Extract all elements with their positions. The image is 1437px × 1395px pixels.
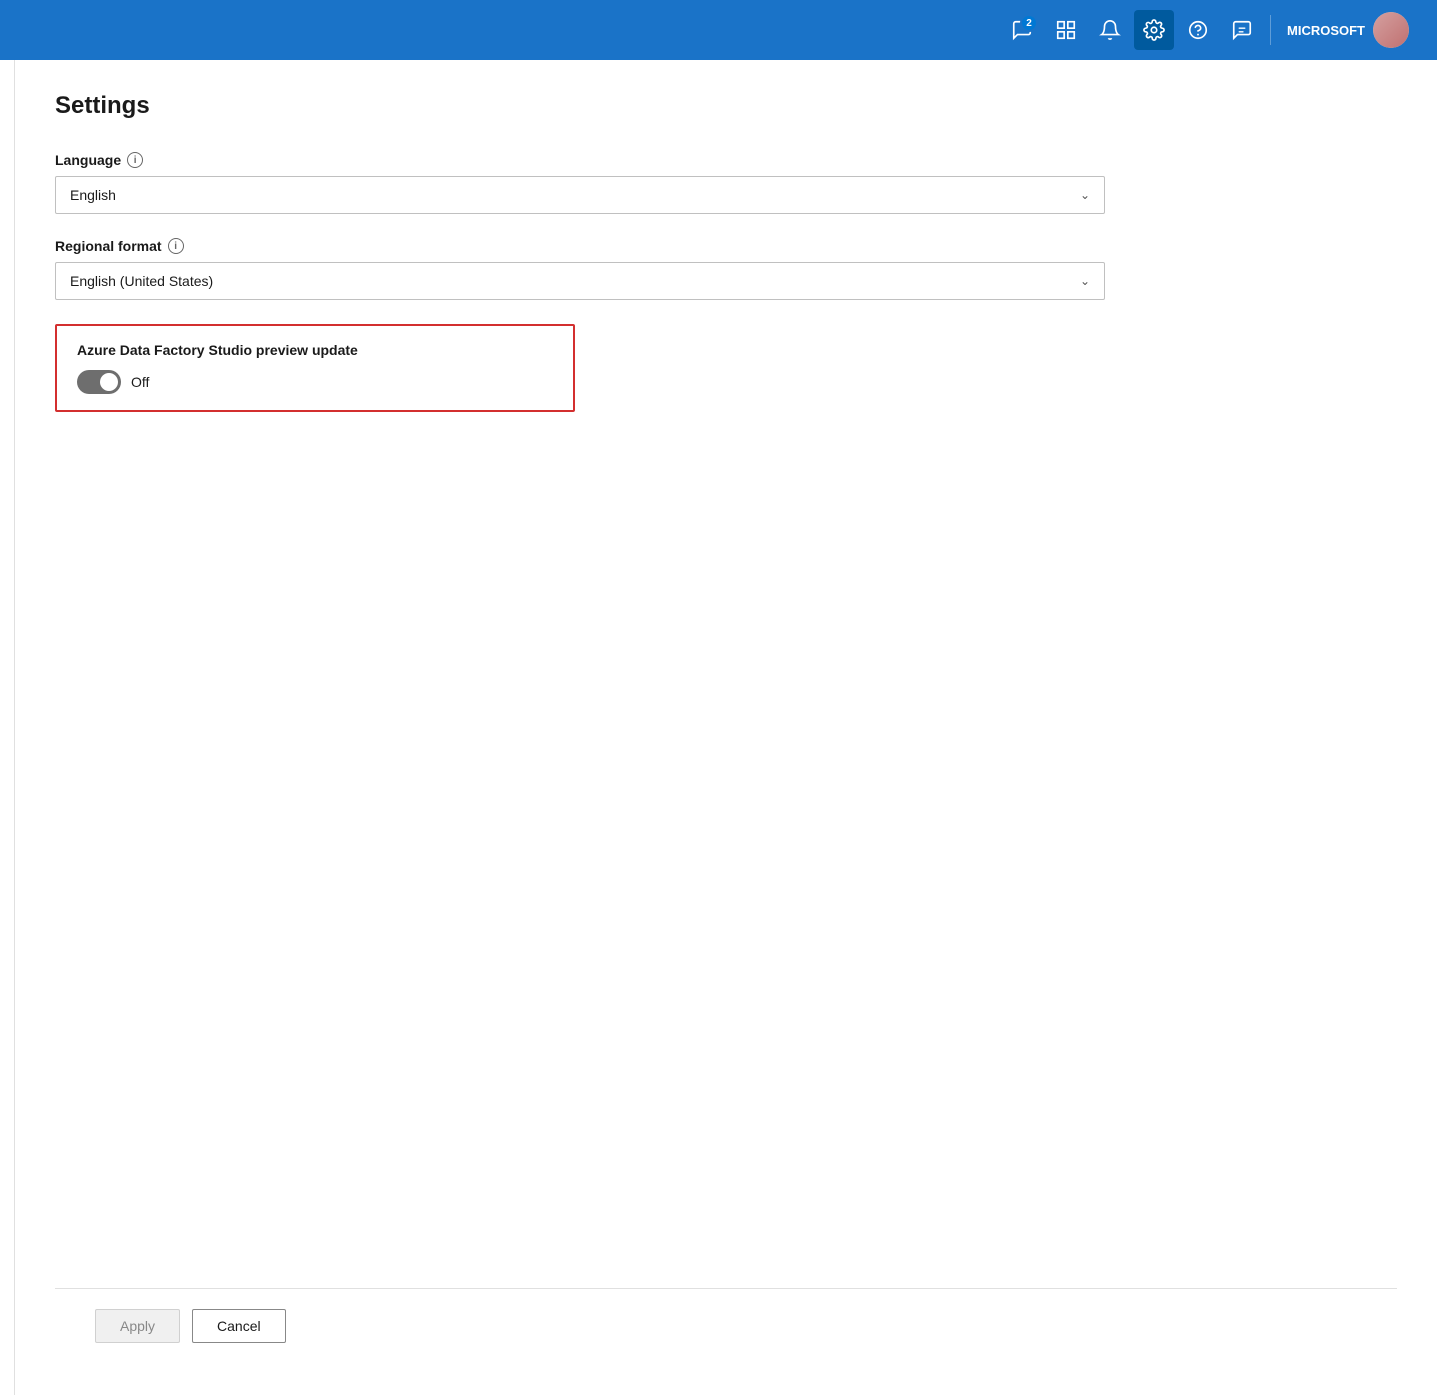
footer: Apply Cancel <box>55 1288 1397 1363</box>
toggle-row: Off <box>77 370 553 394</box>
username-label: MICROSOFT <box>1287 23 1365 38</box>
avatar <box>1373 12 1409 48</box>
chat-icon[interactable]: 2 <box>1002 10 1042 50</box>
language-group: Language i English ⌄ <box>55 152 1397 214</box>
preview-update-section: Azure Data Factory Studio preview update… <box>55 324 575 412</box>
apply-button[interactable]: Apply <box>95 1309 180 1343</box>
cancel-button[interactable]: Cancel <box>192 1309 286 1343</box>
notification-badge: 2 <box>1020 14 1038 32</box>
topbar: 2 <box>0 0 1437 60</box>
help-icon[interactable] <box>1178 10 1218 50</box>
language-chevron-icon: ⌄ <box>1080 188 1090 202</box>
regional-format-select[interactable]: English (United States) ⌄ <box>55 262 1105 300</box>
regional-format-info-icon[interactable]: i <box>168 238 184 254</box>
language-info-icon[interactable]: i <box>127 152 143 168</box>
regional-format-value: English (United States) <box>70 273 213 289</box>
bell-icon[interactable] <box>1090 10 1130 50</box>
settings-panel: Settings Language i English ⌄ Regional f… <box>15 60 1437 1395</box>
language-label: Language i <box>55 152 1397 168</box>
language-value: English <box>70 187 116 203</box>
preview-update-title: Azure Data Factory Studio preview update <box>77 342 553 358</box>
main-layout: Settings Language i English ⌄ Regional f… <box>0 60 1437 1395</box>
language-select[interactable]: English ⌄ <box>55 176 1105 214</box>
regional-format-label: Regional format i <box>55 238 1397 254</box>
content-spacer <box>55 412 1397 1288</box>
page-title: Settings <box>55 92 1397 120</box>
user-profile[interactable]: MICROSOFT <box>1279 8 1417 52</box>
toggle-state-label: Off <box>131 374 149 390</box>
toggle-knob <box>100 373 118 391</box>
gear-icon[interactable] <box>1134 10 1174 50</box>
feedback-icon[interactable] <box>1222 10 1262 50</box>
sidebar-strip <box>0 60 15 1395</box>
grid-icon[interactable] <box>1046 10 1086 50</box>
regional-format-chevron-icon: ⌄ <box>1080 274 1090 288</box>
preview-update-toggle[interactable] <box>77 370 121 394</box>
nav-divider <box>1270 15 1271 45</box>
regional-format-group: Regional format i English (United States… <box>55 238 1397 300</box>
